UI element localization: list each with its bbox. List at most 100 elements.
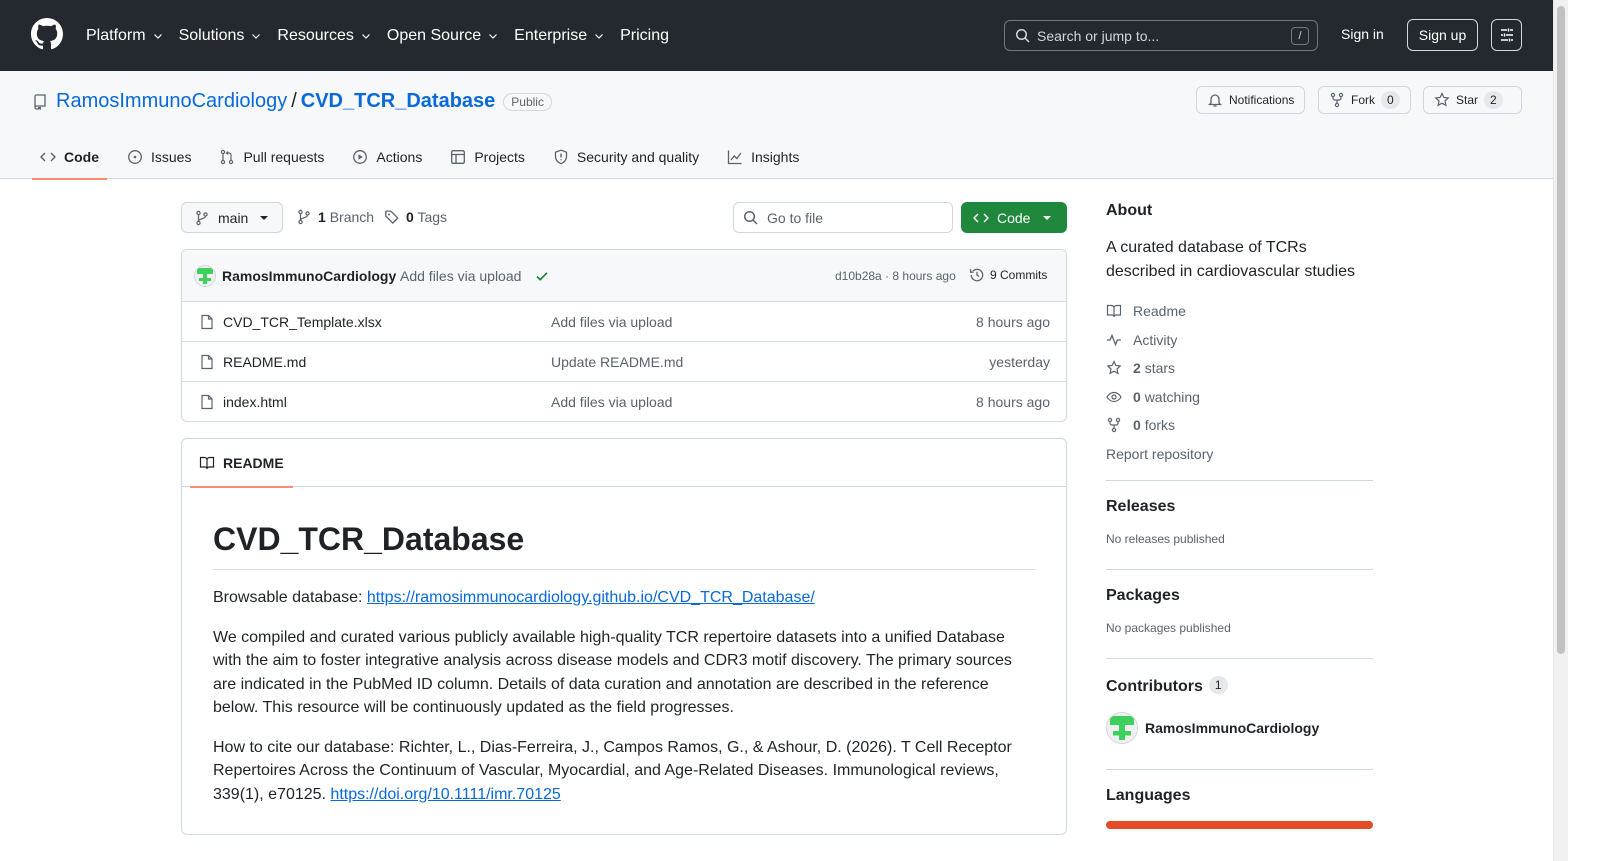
readme-title: CVD_TCR_Database	[213, 519, 1035, 570]
tab-code[interactable]: Code	[32, 134, 107, 180]
star-button[interactable]: Star 2	[1423, 86, 1522, 114]
commits-count-label: 9 Commits	[990, 268, 1048, 282]
chevron-down-icon	[361, 33, 370, 39]
tab-insights[interactable]: Insights	[719, 134, 807, 179]
tab-pull-requests[interactable]: Pull requests	[211, 134, 332, 179]
packages-empty-text: No packages published	[1106, 620, 1231, 635]
code-icon	[40, 152, 56, 161]
tab-projects[interactable]: Projects	[442, 134, 533, 179]
sign-in-link[interactable]: Sign in	[1341, 26, 1384, 42]
caret-down-icon	[260, 216, 268, 220]
file-commit-message[interactable]: Update README.md	[551, 354, 683, 370]
commit-message-link[interactable]: Add files via upload	[400, 268, 521, 284]
branches-link[interactable]: 1 Branch	[296, 209, 374, 225]
nav-pricing[interactable]: Pricing	[620, 27, 669, 45]
doi-link[interactable]: https://doi.org/10.1111/imr.70125	[330, 786, 560, 803]
watchers-link[interactable]: 0 watching	[1106, 383, 1373, 412]
readme-content: CVD_TCR_Database Browsable database: htt…	[182, 487, 1066, 806]
packages-heading[interactable]: Packages	[1106, 587, 1373, 605]
github-logo-icon[interactable]	[31, 18, 63, 50]
contributors-count: 1	[1208, 675, 1228, 694]
tab-issues-label: Issues	[151, 148, 192, 165]
avatar[interactable]	[194, 265, 216, 287]
fork-count: 0	[1381, 91, 1400, 109]
search-shortcut-key: /	[1291, 27, 1309, 45]
file-list: RamosImmunoCardiology Add files via uplo…	[181, 249, 1067, 422]
file-commit-message[interactable]: Add files via upload	[551, 314, 672, 330]
tags-link[interactable]: 0 Tags	[384, 209, 447, 225]
readme-citation: How to cite our database: Richter, L., D…	[213, 736, 1035, 807]
tab-security[interactable]: Security and quality	[545, 134, 707, 179]
sign-up-button[interactable]: Sign up	[1407, 19, 1478, 51]
branch-selector[interactable]: main	[181, 202, 283, 233]
file-name-link[interactable]: index.html	[223, 394, 287, 410]
nav-open-source[interactable]: Open Source	[387, 27, 499, 45]
commits-history-link[interactable]: 9 Commits	[969, 267, 1047, 283]
forks-count: 0	[1133, 417, 1141, 434]
graph-icon	[727, 150, 742, 164]
nav-solutions[interactable]: Solutions	[179, 27, 263, 45]
releases-empty-text: No releases published	[1106, 531, 1225, 546]
fork-label: Fork	[1351, 93, 1375, 107]
go-to-file-field[interactable]	[733, 202, 953, 233]
repo-path-separator: /	[291, 90, 297, 112]
file-icon	[201, 314, 213, 330]
scrollbar[interactable]	[1553, 0, 1568, 861]
chevron-down-icon	[489, 33, 498, 39]
activity-link[interactable]: Activity	[1106, 326, 1373, 355]
watching-count: 0	[1133, 388, 1141, 405]
commit-sha-time[interactable]: d10b28a · 8 hours ago	[835, 269, 956, 283]
notifications-button[interactable]: Notifications	[1196, 86, 1306, 114]
contributors-heading[interactable]: Contributors 1	[1106, 675, 1373, 696]
chevron-down-icon	[153, 33, 162, 39]
command-palette-button[interactable]	[1491, 19, 1522, 51]
nav-platform[interactable]: Platform	[86, 27, 164, 45]
stars-link[interactable]: 2 stars	[1106, 354, 1373, 383]
nav-solutions-label: Solutions	[178, 26, 245, 44]
about-heading: About	[1106, 202, 1153, 219]
sidebar: About A curated database of TCRs describ…	[1106, 202, 1373, 829]
go-to-file-input[interactable]	[767, 209, 937, 226]
releases-section: Releases No releases published	[1106, 479, 1373, 569]
code-icon	[973, 212, 989, 223]
stars-count: 2	[1133, 360, 1141, 377]
language-bar[interactable]	[1106, 820, 1373, 829]
code-dropdown-button[interactable]: Code	[961, 202, 1067, 233]
contributors-title: Contributors	[1106, 677, 1203, 695]
nav-enterprise-label: Enterprise	[514, 26, 588, 44]
report-repository-link[interactable]: Report repository	[1106, 440, 1373, 468]
file-commit-message[interactable]: Add files via upload	[551, 394, 672, 410]
tab-actions-label: Actions	[376, 148, 423, 165]
nav-resources[interactable]: Resources	[277, 27, 371, 45]
tab-issues[interactable]: Issues	[119, 134, 199, 179]
readme-tabbar: README	[182, 439, 1066, 488]
table-row: CVD_TCR_Template.xlsx Add files via uplo…	[182, 302, 1066, 342]
file-name-link[interactable]: CVD_TCR_Template.xlsx	[223, 314, 382, 330]
tab-actions[interactable]: Actions	[344, 134, 430, 179]
repo-owner-link[interactable]: RamosImmunoCardiology	[56, 90, 287, 113]
repo-name-link[interactable]: CVD_TCR_Database	[301, 90, 496, 113]
check-icon[interactable]	[534, 268, 550, 284]
forks-link[interactable]: 0 forks	[1106, 411, 1373, 440]
global-search[interactable]: Search or jump to... /	[1004, 20, 1318, 51]
releases-heading[interactable]: Releases	[1106, 498, 1373, 516]
browsable-database-link[interactable]: https://ramosimmunocardiology.github.io/…	[367, 589, 815, 606]
readme-tab[interactable]: README	[190, 439, 293, 488]
fork-button[interactable]: Fork 0	[1318, 86, 1411, 114]
branch-icon	[196, 210, 208, 225]
search-icon	[743, 210, 758, 225]
sliders-icon	[1500, 28, 1513, 42]
readme-link[interactable]: Readme	[1106, 297, 1373, 326]
commit-author-link[interactable]: RamosImmunoCardiology	[222, 268, 396, 284]
nav-pricing-label: Pricing	[620, 26, 669, 44]
table-icon	[451, 149, 466, 164]
pulse-icon	[1107, 333, 1121, 346]
file-name-link[interactable]: README.md	[223, 354, 306, 370]
contributor-item[interactable]: RamosImmunoCardiology	[1106, 711, 1373, 744]
avatar	[1106, 711, 1138, 744]
identicon-avatar-icon	[195, 266, 215, 286]
nav-enterprise[interactable]: Enterprise	[514, 27, 605, 45]
scrollbar-thumb[interactable]	[1557, 6, 1565, 654]
fork-icon	[1330, 92, 1344, 108]
star-icon	[1106, 360, 1122, 375]
